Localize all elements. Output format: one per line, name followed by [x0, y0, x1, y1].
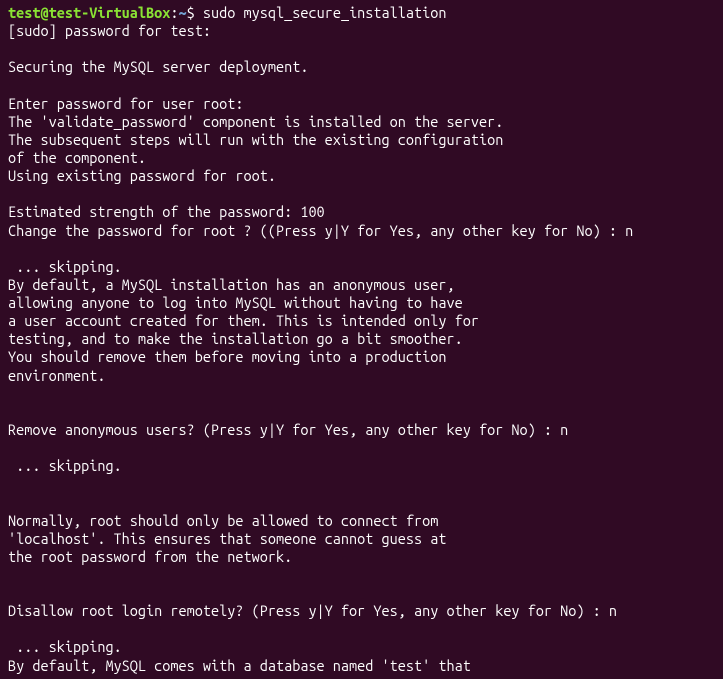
output-line: 'localhost'. This ensures that someone c…: [8, 530, 446, 547]
output-line: testing, and to make the installation go…: [8, 330, 463, 347]
output-line: ... skipping.: [8, 457, 122, 474]
output-line: ... skipping.: [8, 258, 122, 275]
terminal-content[interactable]: test@test-VirtualBox:~$ sudo mysql_secur…: [0, 0, 723, 679]
output-line: Disallow root login remotely? (Press y|Y…: [8, 602, 617, 619]
output-line: Normally, root should only be allowed to…: [8, 512, 438, 529]
output-line: Change the password for root ? ((Press y…: [8, 222, 633, 239]
output-line: The 'validate_password' component is ins…: [8, 113, 503, 130]
output-line: allowing anyone to log into MySQL withou…: [8, 294, 463, 311]
output-line: the root password from the network.: [8, 548, 292, 565]
prompt-path: ~: [179, 4, 187, 21]
output-line: Estimated strength of the password: 100: [8, 203, 325, 220]
output-line: ... skipping.: [8, 638, 122, 655]
output-line: a user account created for them. This is…: [8, 312, 479, 329]
prompt-colon: :: [170, 4, 178, 21]
command-text: sudo mysql_secure_installation: [203, 4, 447, 21]
output-line: [sudo] password for test:: [8, 22, 211, 39]
output-line: You should remove them before moving int…: [8, 348, 446, 365]
output-line: Securing the MySQL server deployment.: [8, 58, 308, 75]
output-line: Enter password for user root:: [8, 95, 243, 112]
output-line: environment.: [8, 367, 105, 384]
prompt-dollar: $: [187, 4, 203, 21]
output-line: The subsequent steps will run with the e…: [8, 131, 503, 148]
output-line: Remove anonymous users? (Press y|Y for Y…: [8, 421, 568, 438]
output-line: By default, MySQL comes with a database …: [8, 657, 471, 674]
output-line: Using existing password for root.: [8, 167, 276, 184]
output-line: By default, a MySQL installation has an …: [8, 276, 455, 293]
prompt-user-host: test@test-VirtualBox: [8, 4, 170, 21]
output-line: of the component.: [8, 149, 146, 166]
